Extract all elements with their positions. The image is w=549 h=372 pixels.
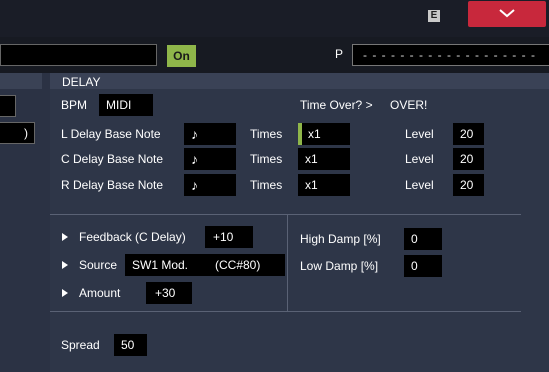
spread-field[interactable]: 50: [114, 334, 147, 356]
r-level-label: Level: [405, 178, 434, 192]
source-label: Source: [79, 258, 118, 272]
preset-field[interactable]: - - - - - - - - - - - - - - - - - - -: [352, 44, 549, 66]
section-divider-top: [50, 214, 521, 215]
section-divider-bottom: [50, 311, 521, 312]
c-times-label: Times: [250, 152, 283, 166]
r-times-field[interactable]: x1: [298, 174, 350, 196]
source-cc: (CC#80): [215, 258, 261, 272]
c-level-label: Level: [405, 152, 434, 166]
amount-label: Amount: [79, 286, 121, 300]
delay-title: DELAY: [62, 75, 101, 89]
low-damp-label: Low Damp [%]: [300, 259, 379, 273]
effect-name-field[interactable]: [0, 44, 157, 66]
l-level-field[interactable]: 20: [453, 123, 484, 145]
source-field[interactable]: SW1 Mod. (CC#80): [125, 254, 285, 276]
l-times-label: Times: [250, 127, 283, 141]
c-times-field[interactable]: x1: [298, 148, 350, 170]
high-damp-label: High Damp [%]: [300, 232, 381, 246]
chevron-down-icon: [499, 9, 515, 18]
c-delay-note-field[interactable]: ♪: [184, 148, 236, 170]
spread-label: Spread: [61, 338, 100, 352]
delay-header: [50, 73, 549, 89]
feedback-label: Feedback (C Delay): [79, 230, 186, 244]
expand-triangle-icon[interactable]: [62, 233, 68, 241]
source-value: SW1 Mod.: [132, 258, 189, 272]
top-bar: [0, 0, 549, 37]
expand-triangle-icon[interactable]: [62, 261, 68, 269]
left-value-field-2[interactable]: ): [0, 122, 35, 144]
expand-triangle-icon[interactable]: [62, 289, 68, 297]
time-over-value: OVER!: [390, 98, 428, 112]
low-damp-field[interactable]: 0: [404, 255, 442, 277]
delay-panel: [50, 73, 549, 372]
collapse-button[interactable]: [468, 1, 546, 27]
r-delay-note-field[interactable]: ♪: [184, 174, 236, 196]
c-level-field[interactable]: 20: [453, 148, 484, 170]
l-times-field[interactable]: x1: [298, 123, 350, 145]
l-delay-note-field[interactable]: ♪: [184, 123, 236, 145]
section-divider-vertical: [287, 214, 288, 311]
l-delay-base-note-label: L Delay Base Note: [61, 127, 161, 141]
r-level-field[interactable]: 20: [453, 174, 484, 196]
p-label: P: [335, 47, 344, 61]
on-button[interactable]: On: [167, 45, 196, 67]
amount-field[interactable]: +30: [146, 282, 192, 304]
bpm-field[interactable]: MIDI: [99, 94, 153, 116]
c-delay-base-note-label: C Delay Base Note: [61, 152, 164, 166]
r-delay-base-note-label: R Delay Base Note: [61, 178, 164, 192]
left-value-field-1[interactable]: [0, 95, 16, 117]
e-badge-icon[interactable]: E: [428, 10, 440, 22]
left-panel-header: [0, 73, 42, 89]
cursor-indicator: [298, 123, 302, 145]
high-damp-field[interactable]: 0: [404, 228, 442, 250]
feedback-field[interactable]: +10: [205, 226, 253, 248]
left-panel: [0, 73, 50, 372]
time-over-label: Time Over? >: [300, 98, 373, 112]
bpm-label: BPM: [61, 98, 88, 112]
l-level-label: Level: [405, 127, 434, 141]
r-times-label: Times: [250, 178, 283, 192]
